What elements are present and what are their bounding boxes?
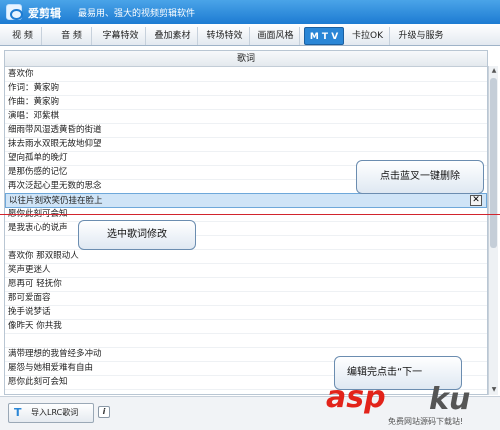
lyrics-scrollbar[interactable]: ▲ ▼ — [488, 66, 498, 395]
lyric-row[interactable]: 笑声更迷人 — [5, 263, 487, 278]
import-lrc-label: 导入LRC歌词 — [31, 408, 79, 417]
scroll-thumb[interactable] — [490, 78, 497, 248]
tab-mtv[interactable]: M T V — [304, 27, 344, 45]
lyric-text: 笑声更迷人 — [8, 265, 51, 275]
info-icon[interactable]: i — [98, 406, 110, 418]
delete-hint-callout: 点击蓝叉一键删除 — [356, 160, 484, 194]
import-lrc-button[interactable]: T 导入LRC歌词 — [8, 403, 94, 423]
lyric-row[interactable]: 细雨带风湿透黄昏的街道 — [5, 123, 487, 138]
app-logo-icon — [6, 4, 23, 20]
lyric-row[interactable]: 作曲：黄家驹 — [5, 95, 487, 110]
lyric-text: 望向孤单的晚灯 — [8, 153, 68, 163]
delete-row-x-icon[interactable]: ✕ — [470, 195, 482, 206]
lyric-text: 作词：黄家驹 — [8, 83, 60, 93]
lyric-text: 那可爱面容 — [8, 293, 51, 303]
lyric-text: 屡怨与她相爱难有自由 — [8, 363, 94, 373]
watermark-brand: asp — [326, 380, 386, 415]
lyric-row[interactable]: 喜欢你 那双眼动人 — [5, 249, 487, 264]
lyric-text: 以往片刻欢笑仍挂在脸上 — [9, 196, 103, 206]
lyric-row[interactable]: 愿再可 轻抚你 — [5, 277, 487, 292]
lyric-row-selected[interactable]: 以往片刻欢笑仍挂在脸上 ✕ — [5, 193, 487, 208]
tab-picture-style[interactable]: 画面风格 — [252, 27, 300, 45]
tab-video[interactable]: 视 频 — [4, 27, 42, 45]
scroll-up-arrow-icon[interactable]: ▲ — [489, 66, 499, 76]
lyric-row[interactable]: 像昨天 你共我 — [5, 319, 487, 334]
lyric-row[interactable]: 演唱：邓紫棋 — [5, 109, 487, 124]
lyric-text: 演唱：邓紫棋 — [8, 111, 60, 121]
lyric-text: 是我衷心的说声 — [8, 223, 68, 233]
lyric-row[interactable]: 喜欢你 — [5, 67, 487, 82]
lyric-text: 挽手说梦话 — [8, 307, 51, 317]
lyrics-panel: 歌词 喜欢你作词：黄家驹 作曲：黄家驹 演唱：邓紫棋细雨带风湿透黄昏的街道 抹去雨水双… — [4, 50, 488, 395]
lyric-text: 像昨天 你共我 — [8, 321, 62, 331]
app-slogan: 最易用、强大的视频剪辑软件 — [78, 9, 196, 19]
lyric-row[interactable]: 挽手说梦话 — [5, 305, 487, 320]
lyric-text: 喜欢你 那双眼动人 — [8, 251, 79, 261]
title-bar: 爱剪辑 最易用、强大的视频剪辑软件 — [0, 0, 500, 24]
watermark-subtitle: 免费网站源码下载站! — [388, 417, 464, 426]
lyric-text: 细雨带风湿透黄昏的街道 — [8, 125, 102, 135]
lyric-row[interactable]: 抹去雨水双眼无故地仰望 — [5, 137, 487, 152]
lyric-row[interactable]: 那可爱面容 — [5, 291, 487, 306]
lyric-text: 满带理想的我曾经多冲动 — [8, 349, 102, 359]
lyric-text: 喜欢你 — [8, 69, 34, 79]
lyric-text: 抹去雨水双眼无故地仰望 — [8, 139, 102, 149]
tab-subtitle-effects[interactable]: 字幕特效 — [96, 27, 146, 45]
lyric-text: 再次泛起心里无数的思念 — [8, 181, 102, 191]
tab-upgrade-service[interactable]: 升级与服务 — [392, 27, 450, 45]
tab-karaoke[interactable]: 卡拉OK — [346, 27, 390, 45]
tab-overlay-materials[interactable]: 叠加素材 — [148, 27, 198, 45]
guide-line — [0, 214, 500, 215]
lyric-text: 作曲：黄家驹 — [8, 97, 60, 107]
lyrics-panel-header: 歌词 — [5, 51, 487, 67]
tab-transition-effects[interactable]: 转场特效 — [200, 27, 250, 45]
lyric-row[interactable] — [5, 333, 487, 348]
main-tab-bar: 视 频 音 频 字幕特效 叠加素材 转场特效 画面风格 M T V 卡拉OK 升… — [0, 24, 500, 46]
lyric-text: 愿再可 轻抚你 — [8, 279, 62, 289]
lyric-text: 愿你此刻可会知 — [8, 377, 68, 387]
edit-hint-callout: 选中歌词修改 — [78, 220, 196, 250]
lyric-text: 是那伤感的记忆 — [8, 167, 68, 177]
text-t-icon: T — [14, 406, 22, 419]
app-name: 爱剪辑 — [28, 7, 61, 20]
tab-audio[interactable]: 音 频 — [52, 27, 92, 45]
site-watermark: asp ku 免费网站源码下载站! — [326, 378, 500, 430]
lyric-row[interactable]: 作词：黄家驹 — [5, 81, 487, 96]
watermark-brand-suffix: ku — [429, 382, 471, 417]
